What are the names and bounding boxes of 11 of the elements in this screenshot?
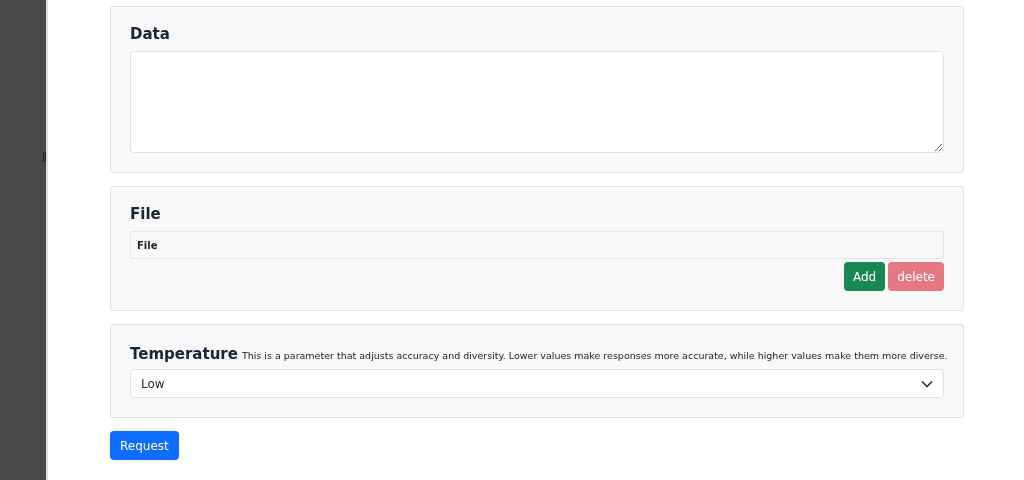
section-title: File [130, 205, 162, 223]
chevron-down-icon [921, 379, 933, 388]
data-textarea[interactable] [130, 51, 944, 153]
resize-handle[interactable] [43, 152, 46, 162]
add-button[interactable]: Add [843, 262, 886, 291]
description-text: This is a parameter that adjusts accuracy and diversity. Lower values make responses more accurate, while higher values make them more diverse. [241, 350, 948, 361]
request-button[interactable]: Request [110, 431, 179, 460]
temperature-select[interactable]: Low [130, 369, 944, 398]
section-title: Temperature [130, 345, 238, 363]
file-field[interactable]: File [130, 231, 944, 259]
section-title: Data [130, 25, 171, 43]
